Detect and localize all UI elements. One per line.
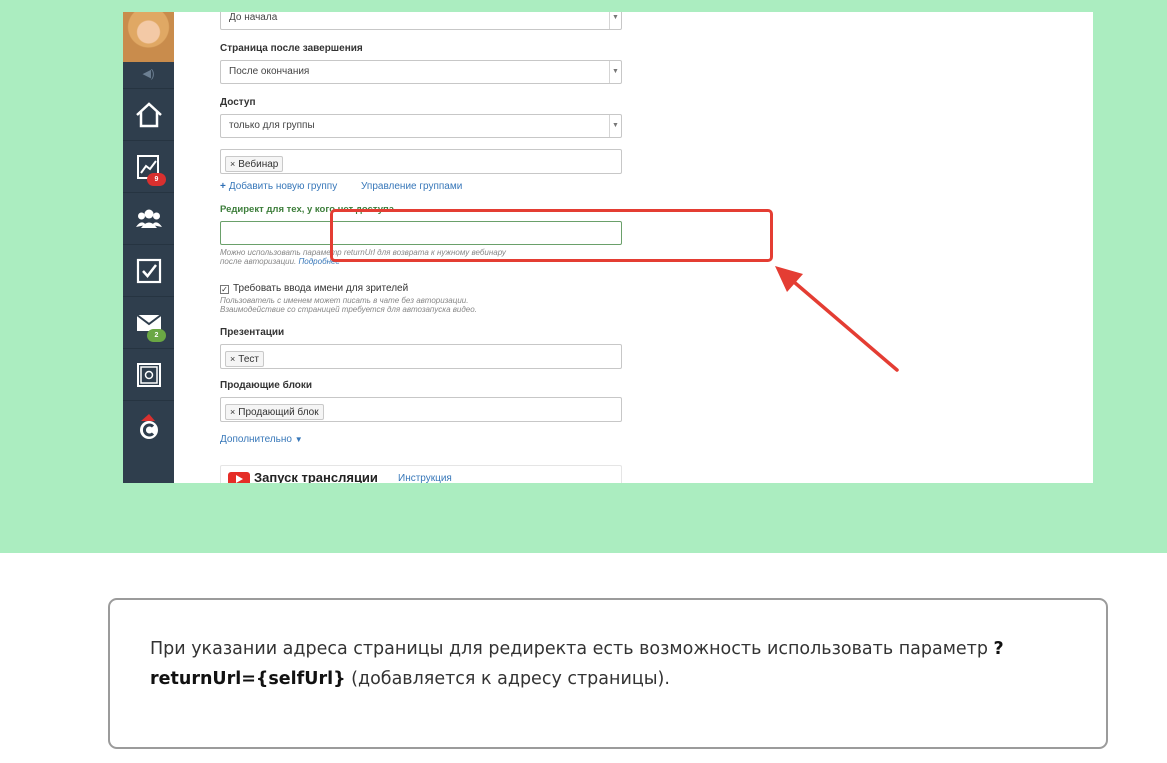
sidebar-item-stats[interactable]: 9 bbox=[123, 140, 174, 192]
require-name-checkbox[interactable]: ✓ Требовать ввода имени для зрителей bbox=[220, 283, 408, 294]
access-select[interactable]: только для группы ▼ bbox=[220, 114, 622, 138]
chevron-down-icon: ▼ bbox=[609, 12, 621, 29]
require-name-hint: Пользователь с именем может писать в чат… bbox=[220, 296, 477, 314]
presentation-tag[interactable]: × Тест bbox=[225, 351, 264, 367]
chevron-down-icon: ▼ bbox=[609, 61, 621, 83]
redirect-hint-line2-text: после авторизации. bbox=[220, 257, 297, 266]
add-group-label: Добавить новую группу bbox=[228, 181, 338, 192]
access-value: только для группы bbox=[229, 120, 315, 131]
messages-badge: 2 bbox=[147, 329, 166, 342]
checkbox-checked-icon[interactable]: ✓ bbox=[220, 285, 229, 294]
remove-tag-icon[interactable]: × bbox=[230, 407, 235, 417]
remove-tag-icon[interactable]: × bbox=[230, 354, 235, 364]
more-link[interactable]: Дополнительно ▼ bbox=[220, 434, 303, 445]
note-text-before: При указании адреса страницы для редирек… bbox=[150, 639, 994, 659]
more-label: Дополнительно bbox=[220, 434, 292, 445]
avatar[interactable] bbox=[123, 12, 174, 62]
tasks-icon bbox=[136, 258, 162, 284]
add-group-link[interactable]: + Добавить новую группу bbox=[220, 181, 337, 192]
c-logo-icon bbox=[140, 414, 158, 439]
sidebar-item-users[interactable] bbox=[123, 192, 174, 244]
manage-groups-link[interactable]: Управление группами bbox=[361, 181, 462, 192]
start-page-select[interactable]: До начала ▼ bbox=[220, 12, 622, 30]
require-name-label: Требовать ввода имени для зрителей bbox=[233, 283, 409, 294]
selling-block-tag-label: Продающий блок bbox=[238, 407, 319, 418]
selling-blocks-label: Продающие блоки bbox=[220, 380, 313, 391]
selling-blocks-input[interactable]: × Продающий блок bbox=[220, 397, 622, 422]
hero-background: ◀) 9 2 До начала ▼ Страница после заверш… bbox=[0, 0, 1167, 553]
stream-instruction-link[interactable]: Инструкция bbox=[398, 473, 452, 483]
presentations-input[interactable]: × Тест bbox=[220, 344, 622, 369]
stats-badge: 9 bbox=[147, 173, 166, 186]
highlight-frame bbox=[330, 209, 773, 262]
group-tag-label: Вебинар bbox=[238, 159, 279, 170]
stream-panel: Запуск трансляции Инструкция bbox=[220, 465, 622, 483]
safe-icon bbox=[137, 363, 161, 387]
selling-block-tag[interactable]: × Продающий блок bbox=[225, 404, 324, 420]
chevron-down-icon: ▼ bbox=[609, 115, 621, 137]
stream-title: Запуск трансляции bbox=[254, 470, 378, 483]
remove-tag-icon[interactable]: × bbox=[230, 159, 235, 169]
note-text-after: (добавляется к адресу страницы). bbox=[345, 669, 670, 689]
groups-input[interactable]: × Вебинар bbox=[220, 149, 622, 174]
presentations-label: Презентации bbox=[220, 327, 285, 338]
sidebar-item-logo[interactable] bbox=[123, 400, 174, 452]
sound-icon[interactable]: ◀) bbox=[123, 64, 174, 84]
sidebar: ◀) 9 2 bbox=[123, 12, 174, 483]
sidebar-item-safe[interactable] bbox=[123, 348, 174, 400]
group-tag[interactable]: × Вебинар bbox=[225, 156, 284, 172]
require-name-hint-line1: Пользователь с именем может писать в чат… bbox=[220, 296, 469, 305]
note-text: При указании адреса страницы для редирек… bbox=[150, 634, 1070, 694]
finish-page-label: Страница после завершения bbox=[220, 43, 363, 54]
finish-page-value: После окончания bbox=[229, 66, 310, 77]
youtube-icon bbox=[228, 472, 250, 483]
screenshot-frame: ◀) 9 2 До начала ▼ Страница после заверш… bbox=[123, 12, 1093, 483]
home-icon bbox=[136, 102, 162, 128]
sidebar-item-tasks[interactable] bbox=[123, 244, 174, 296]
presentation-tag-label: Тест bbox=[238, 354, 259, 365]
require-name-hint-line2: Взаимодействие со страницей требуется дл… bbox=[220, 305, 477, 314]
start-page-value: До начала bbox=[229, 12, 278, 23]
note-box: При указании адреса страницы для редирек… bbox=[108, 598, 1108, 749]
arrow-annotation bbox=[775, 266, 899, 372]
users-icon bbox=[136, 209, 162, 228]
access-label: Доступ bbox=[220, 97, 256, 108]
plus-icon: + bbox=[220, 181, 226, 192]
sidebar-item-messages[interactable]: 2 bbox=[123, 296, 174, 348]
sidebar-item-home[interactable] bbox=[123, 88, 174, 140]
caret-down-icon: ▼ bbox=[294, 435, 303, 444]
finish-page-select[interactable]: После окончания ▼ bbox=[220, 60, 622, 84]
